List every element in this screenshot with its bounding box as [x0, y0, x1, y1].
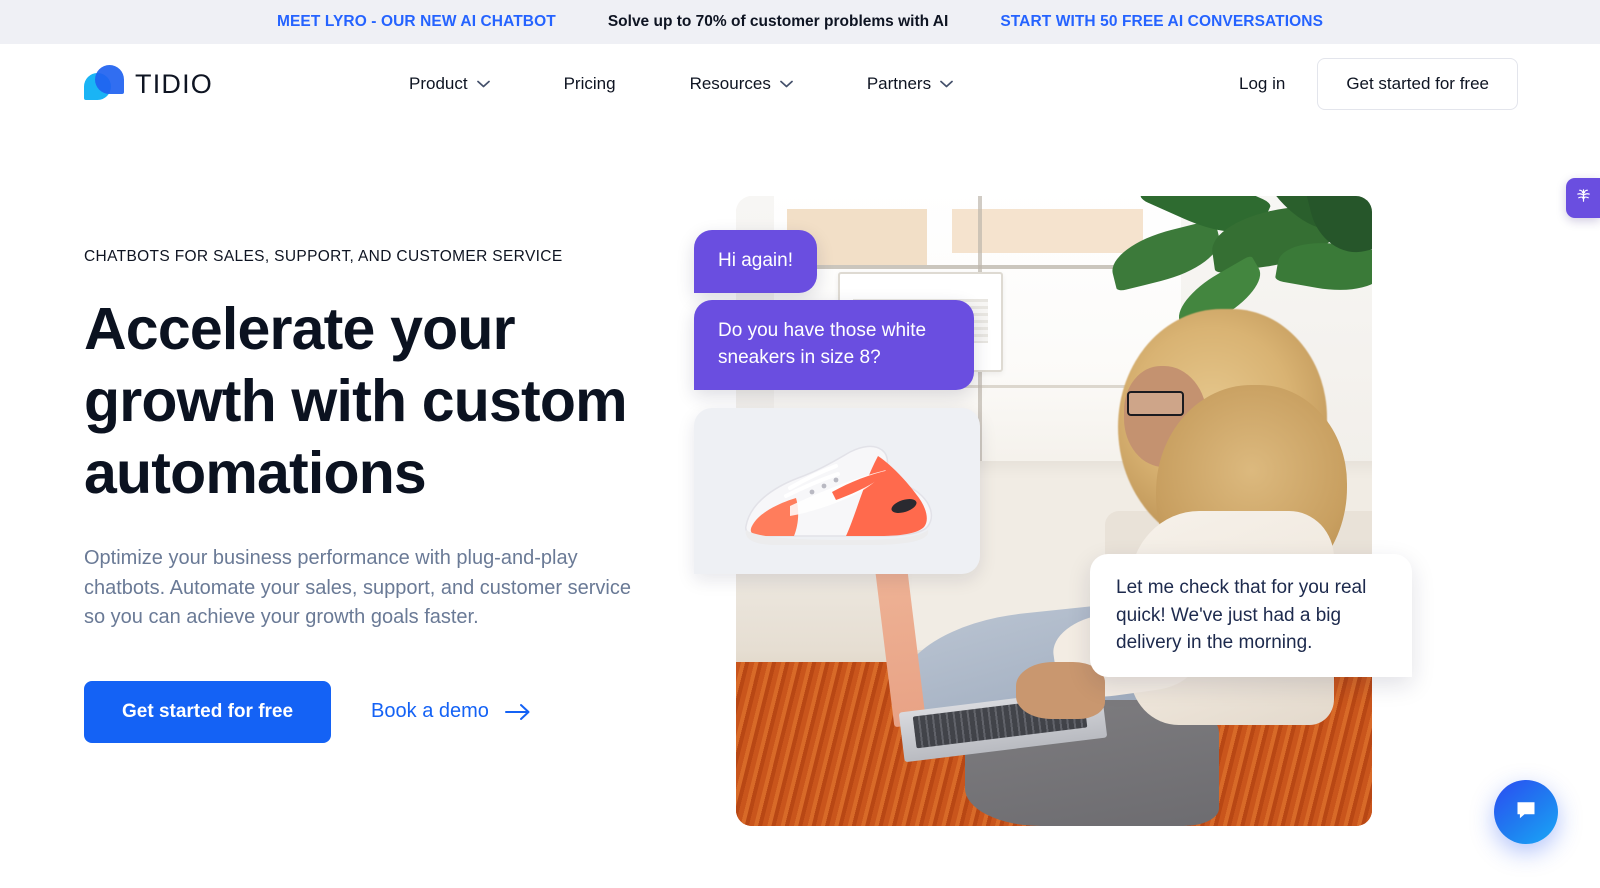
- arrow-right-icon: [504, 703, 531, 721]
- announcement-left-link[interactable]: MEET LYRO - OUR NEW AI CHATBOT: [277, 13, 556, 31]
- product-card: [694, 408, 980, 574]
- page: MEET LYRO - OUR NEW AI CHATBOT Solve up …: [0, 0, 1600, 888]
- page-title: Accelerate your growth with custom autom…: [84, 296, 628, 506]
- header-actions: Log in Get started for free: [1239, 58, 1518, 110]
- header-get-started-button[interactable]: Get started for free: [1317, 58, 1518, 110]
- nav-item-resources[interactable]: Resources: [690, 64, 793, 104]
- nav-item-partners[interactable]: Partners: [867, 64, 953, 104]
- chevron-down-icon: [476, 80, 490, 88]
- sneaker-image: [728, 430, 948, 554]
- book-a-demo-link[interactable]: Book a demo: [371, 700, 531, 723]
- announcement-middle-text: Solve up to 70% of customer problems wit…: [607, 13, 949, 30]
- hero-visual: Hi again! Do you have those white sneake…: [694, 196, 1412, 826]
- hero-section: CHATBOTS FOR SALES, SUPPORT, AND CUSTOME…: [0, 124, 1600, 826]
- login-link[interactable]: Log in: [1239, 74, 1285, 94]
- nav-label: Pricing: [563, 74, 616, 93]
- nav-item-pricing[interactable]: Pricing: [564, 64, 616, 104]
- lyro-brain-tab[interactable]: [1566, 178, 1600, 218]
- chat-bubble-icon: [1513, 797, 1539, 828]
- brand-logo[interactable]: TIDIO: [84, 64, 213, 104]
- nav-label: Product: [409, 74, 468, 93]
- book-a-demo-label: Book a demo: [371, 700, 489, 723]
- chat-bubble-agent: Let me check that for you real quick! We…: [1090, 554, 1412, 677]
- chat-bubble-visitor-1: Hi again!: [694, 230, 817, 293]
- announcement-right-link[interactable]: START WITH 50 FREE AI CONVERSATIONS: [1000, 13, 1323, 31]
- chevron-down-icon: [779, 80, 793, 88]
- announcement-bar: MEET LYRO - OUR NEW AI CHATBOT Solve up …: [0, 0, 1600, 44]
- nav-label: Partners: [866, 74, 932, 93]
- brain-icon: [1574, 186, 1593, 210]
- nav-item-product[interactable]: Product: [409, 64, 490, 104]
- chat-launcher-button[interactable]: [1494, 780, 1558, 844]
- hero-copy: CHATBOTS FOR SALES, SUPPORT, AND CUSTOME…: [84, 196, 684, 743]
- brand-name: TIDIO: [135, 68, 213, 99]
- site-header: TIDIO Product Pricing Resources Partners: [0, 44, 1600, 124]
- chevron-down-icon: [940, 80, 953, 88]
- main-navigation: Product Pricing Resources Partners: [409, 64, 953, 104]
- nav-label: Resources: [689, 74, 771, 93]
- hero-subcopy: Optimize your business performance with …: [84, 546, 631, 629]
- hero-get-started-button[interactable]: Get started for free: [84, 680, 332, 743]
- hero-eyebrow: CHATBOTS FOR SALES, SUPPORT, AND CUSTOME…: [84, 248, 563, 265]
- chat-bubble-visitor-2: Do you have those white sneakers in size…: [694, 300, 974, 390]
- tidio-logo-icon: [84, 64, 124, 104]
- hero-cta-row: Get started for free Book a demo: [84, 680, 684, 743]
